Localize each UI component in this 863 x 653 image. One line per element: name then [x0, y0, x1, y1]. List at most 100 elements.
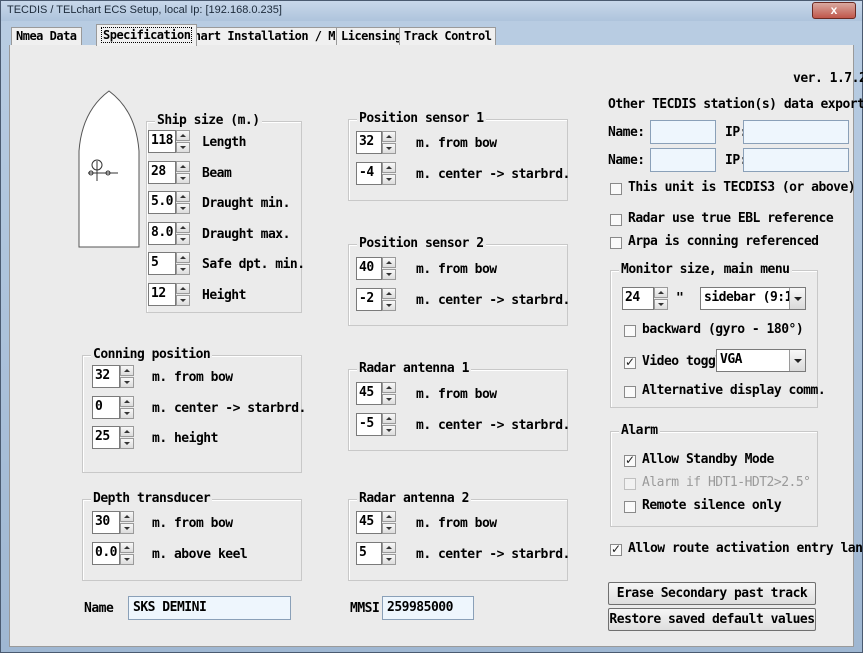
spin-down-icon[interactable]	[120, 438, 134, 449]
tecdis3-checkbox[interactable]	[610, 183, 622, 195]
route-activation-checkbox[interactable]	[610, 542, 622, 556]
export-name-input-1[interactable]	[650, 120, 716, 144]
pos1-1-spinner[interactable]: -4	[356, 161, 396, 185]
spin-up-icon[interactable]	[176, 252, 190, 263]
spin-down-icon[interactable]	[120, 553, 134, 565]
conning-1-value[interactable]: 0	[92, 395, 120, 419]
spin-up-icon[interactable]	[120, 395, 134, 407]
monitor-layout-select[interactable]: sidebar (9:16)	[700, 287, 806, 310]
spin-down-icon[interactable]	[382, 269, 396, 280]
depth-1-spinner[interactable]: 0.0	[92, 541, 134, 565]
tab-chart-installation[interactable]: Chart Installation / Misc	[182, 27, 361, 46]
ship-size-0-spinner[interactable]: 118	[148, 130, 190, 153]
title-bar[interactable]: TECDIS / TELchart ECS Setup, local Ip: […	[1, 1, 862, 21]
spin-up-icon[interactable]	[120, 541, 134, 553]
radar2-0-spinner[interactable]: 45	[356, 511, 396, 534]
pos2-0-value[interactable]: 40	[356, 257, 382, 280]
backward-gyro-checkbox[interactable]	[624, 325, 636, 337]
tab-licensing[interactable]: Licensing	[336, 27, 407, 46]
pos2-0-spinner[interactable]: 40	[356, 257, 396, 280]
standby-mode-checkbox[interactable]	[624, 453, 636, 467]
conning-0-spinner[interactable]: 32	[92, 365, 134, 388]
conning-0-value[interactable]: 32	[92, 365, 120, 388]
ship-size-5-value[interactable]: 12	[148, 282, 176, 306]
spin-up-icon[interactable]	[120, 365, 134, 376]
mmsi-input[interactable]: 259985000	[382, 596, 474, 620]
depth-0-value[interactable]: 30	[92, 511, 120, 534]
spin-down-icon[interactable]	[120, 407, 134, 419]
radar1-1-spinner[interactable]: -5	[356, 412, 396, 436]
ship-size-3-value[interactable]: 8.0	[148, 221, 176, 245]
spin-down-icon[interactable]	[176, 264, 190, 275]
spin-down-icon[interactable]	[176, 233, 190, 245]
radar2-1-value[interactable]: 5	[356, 541, 382, 565]
ship-size-1-spinner[interactable]: 28	[148, 160, 190, 184]
spin-up-icon[interactable]	[176, 130, 190, 141]
ship-size-4-value[interactable]: 5	[148, 252, 176, 275]
monitor-size-down-icon[interactable]	[654, 299, 668, 310]
conning-2-value[interactable]: 25	[92, 426, 120, 449]
arpa-conning-checkbox[interactable]	[610, 237, 622, 249]
spin-down-icon[interactable]	[176, 203, 190, 214]
spin-up-icon[interactable]	[382, 131, 396, 142]
spin-up-icon[interactable]	[382, 412, 396, 424]
ship-size-0-value[interactable]: 118	[148, 130, 176, 153]
ship-size-3-spinner[interactable]: 8.0	[148, 221, 190, 245]
monitor-size-up-icon[interactable]	[654, 287, 668, 298]
spin-up-icon[interactable]	[382, 161, 396, 173]
spin-up-icon[interactable]	[176, 282, 190, 294]
spin-down-icon[interactable]	[382, 173, 396, 185]
tab-track-control[interactable]: Track Control	[399, 27, 497, 46]
spin-up-icon[interactable]	[120, 426, 134, 437]
chevron-down-icon[interactable]	[789, 288, 805, 309]
spin-down-icon[interactable]	[382, 523, 396, 534]
spin-down-icon[interactable]	[382, 424, 396, 436]
spin-up-icon[interactable]	[382, 541, 396, 553]
conning-2-spinner[interactable]: 25	[92, 426, 134, 449]
spin-up-icon[interactable]	[382, 382, 396, 393]
export-ip-input-2[interactable]	[743, 148, 849, 172]
pos1-0-value[interactable]: 32	[356, 131, 382, 154]
radar2-0-value[interactable]: 45	[356, 511, 382, 534]
ship-size-2-value[interactable]: 5.0	[148, 191, 176, 214]
spin-down-icon[interactable]	[382, 299, 396, 311]
ship-size-5-spinner[interactable]: 12	[148, 282, 190, 306]
vessel-name-input[interactable]: SKS DEMINI	[128, 596, 291, 620]
ship-size-2-spinner[interactable]: 5.0	[148, 191, 190, 214]
conning-1-spinner[interactable]: 0	[92, 395, 134, 419]
video-mode-select[interactable]: VGA	[716, 349, 806, 372]
spin-down-icon[interactable]	[120, 377, 134, 388]
radar1-1-value[interactable]: -5	[356, 412, 382, 436]
tab-nmea-data[interactable]: Nmea Data	[11, 27, 82, 46]
spin-down-icon[interactable]	[176, 172, 190, 184]
restore-defaults-button[interactable]: Restore saved default values	[608, 608, 816, 631]
ship-size-1-value[interactable]: 28	[148, 160, 176, 184]
spin-up-icon[interactable]	[382, 511, 396, 522]
spin-up-icon[interactable]	[120, 511, 134, 522]
ship-size-4-spinner[interactable]: 5	[148, 252, 190, 275]
spin-up-icon[interactable]	[176, 160, 190, 172]
chevron-down-icon[interactable]	[789, 350, 805, 371]
spin-up-icon[interactable]	[382, 287, 396, 299]
spin-down-icon[interactable]	[120, 523, 134, 534]
video-toggle-checkbox[interactable]	[624, 355, 636, 369]
pos1-1-value[interactable]: -4	[356, 161, 382, 185]
monitor-size-value[interactable]: 24	[622, 287, 654, 310]
depth-1-value[interactable]: 0.0	[92, 541, 120, 565]
pos2-1-spinner[interactable]: -2	[356, 287, 396, 311]
erase-secondary-track-button[interactable]: Erase Secondary past track	[608, 582, 816, 605]
radar1-0-spinner[interactable]: 45	[356, 382, 396, 405]
export-name-input-2[interactable]	[650, 148, 716, 172]
spin-down-icon[interactable]	[176, 142, 190, 153]
remote-silence-checkbox[interactable]	[624, 501, 636, 513]
spin-down-icon[interactable]	[382, 553, 396, 565]
alt-display-checkbox[interactable]	[624, 386, 636, 398]
export-ip-input-1[interactable]	[743, 120, 849, 144]
spin-up-icon[interactable]	[176, 221, 190, 233]
close-button[interactable]: x	[812, 2, 856, 19]
depth-0-spinner[interactable]: 30	[92, 511, 134, 534]
radar2-1-spinner[interactable]: 5	[356, 541, 396, 565]
spin-up-icon[interactable]	[382, 257, 396, 268]
monitor-size-spinner[interactable]: 24	[622, 287, 668, 310]
pos2-1-value[interactable]: -2	[356, 287, 382, 311]
